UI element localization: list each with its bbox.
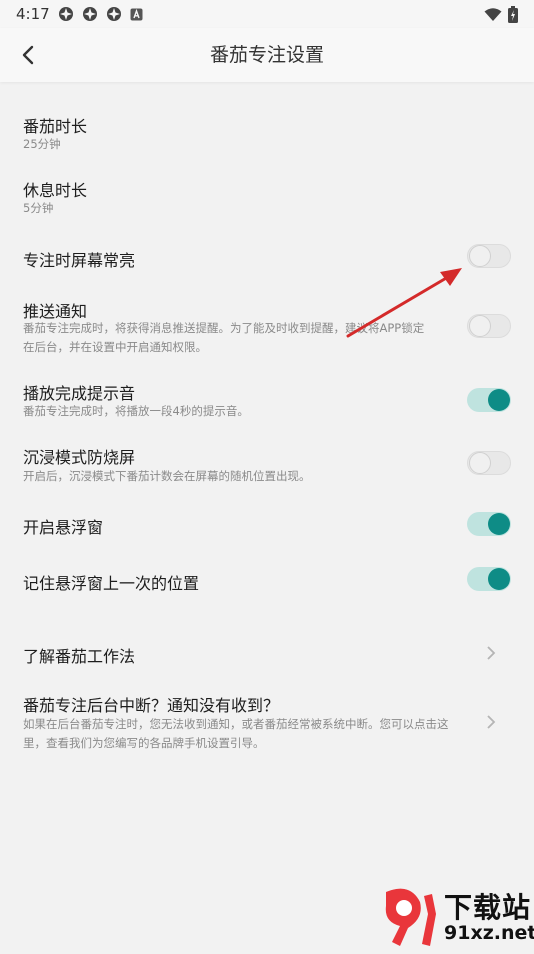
watermark-url: 91xz.net [444, 922, 534, 944]
watermark-text: 下载站 [444, 891, 532, 924]
site-watermark: 下载站 91xz.net [380, 884, 534, 950]
annotation-arrow [346, 268, 462, 338]
